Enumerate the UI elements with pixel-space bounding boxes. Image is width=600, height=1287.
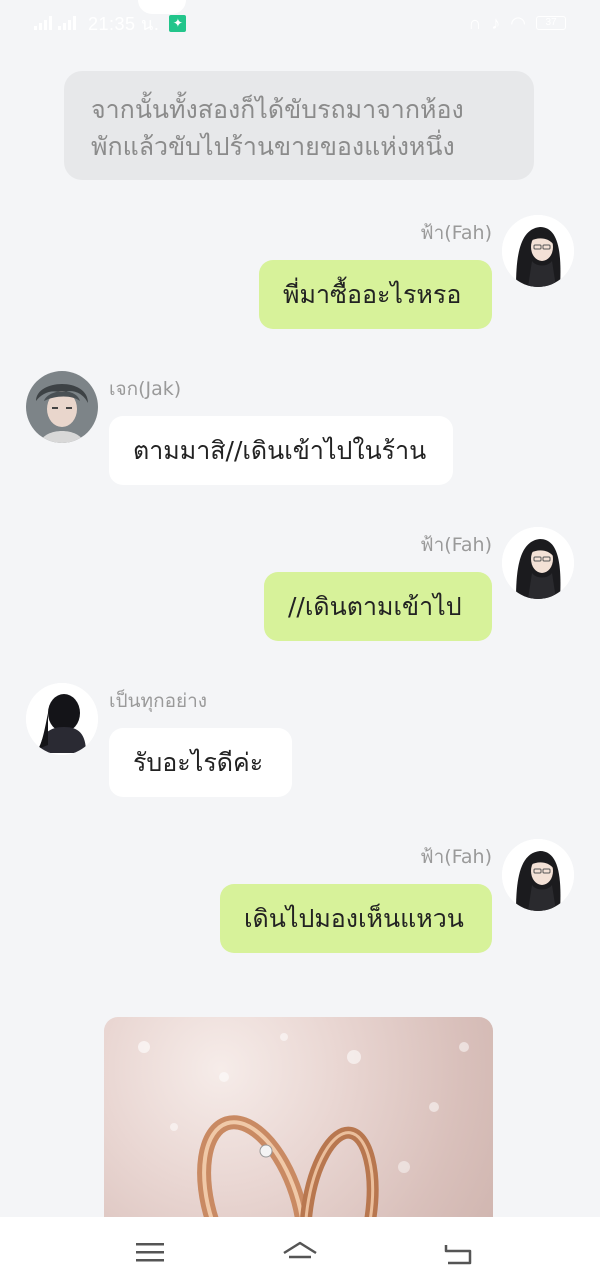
narration-line-2: พักแล้วขับไปร้านขายของแห่งหนึ่ง: [91, 132, 455, 161]
battery-icon: 37: [536, 16, 566, 30]
narration-line-1: จากนั้นทั้งสองก็ได้ขับรถมาจากห้อง: [91, 95, 464, 124]
wifi-icon: ◠: [510, 12, 526, 33]
status-time: 21:35 น.: [88, 13, 160, 34]
message-bubble[interactable]: รับอะไรดีค่ะ: [109, 728, 292, 797]
back-icon[interactable]: [438, 1235, 478, 1269]
jak-avatar[interactable]: [26, 371, 98, 443]
message-bubble[interactable]: เดินไปมองเห็นแหวน: [220, 884, 492, 953]
fah-avatar[interactable]: [502, 215, 574, 287]
message-bubble[interactable]: //เดินตามเข้าไป: [264, 572, 492, 641]
sender-name: เจก(Jak): [109, 378, 182, 400]
fah-avatar[interactable]: [502, 839, 574, 911]
home-icon[interactable]: [280, 1235, 320, 1269]
signal-icon: [58, 16, 76, 30]
narration-bubble: จากนั้นทั้งสองก็ได้ขับรถมาจากห้อง พักแล้…: [64, 71, 534, 180]
running-app-icon: ✦: [169, 14, 187, 32]
message-bubble[interactable]: ตามมาสิ//เดินเข้าไปในร้าน: [109, 416, 453, 485]
nfc-icon: ∩: [468, 12, 482, 33]
sender-name: ฟ้า(Fah): [420, 846, 492, 868]
message-bubble[interactable]: พี่มาซื้ออะไรหรอ: [259, 260, 492, 329]
chat-screen: 21:35 น. ✦ ∩ ♪ ◠ 37 จากนั้นทั้งสองก็ได้ข…: [0, 0, 600, 1287]
silhouette-avatar[interactable]: [26, 683, 98, 755]
menu-icon[interactable]: [130, 1235, 170, 1269]
sender-name: เป็นทุกอย่าง: [109, 690, 208, 712]
mute-icon: ♪: [491, 12, 501, 33]
navigation-bar: [0, 1217, 600, 1287]
status-bar: 21:35 น. ✦ ∩ ♪ ◠ 37: [0, 0, 600, 46]
sender-name: ฟ้า(Fah): [420, 534, 492, 556]
signal-icon: [34, 16, 52, 30]
fah-avatar[interactable]: [502, 527, 574, 599]
sender-name: ฟ้า(Fah): [420, 222, 492, 244]
